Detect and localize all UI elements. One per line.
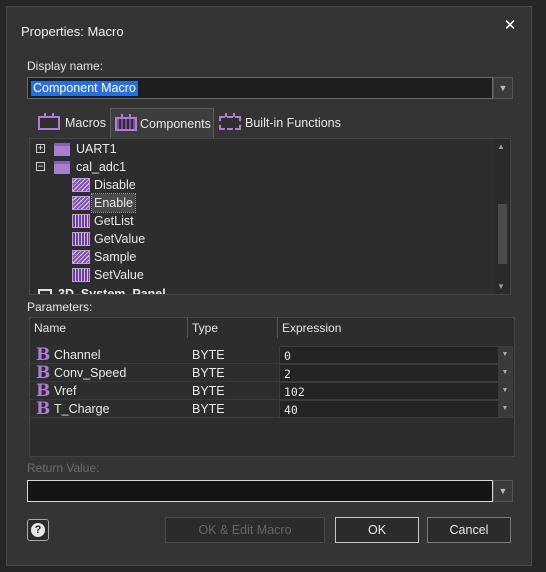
tree-node-sample[interactable]: Sample bbox=[72, 248, 272, 266]
tab-macros-label: Macros bbox=[65, 116, 106, 130]
close-button[interactable]: ✕ bbox=[499, 15, 521, 37]
return-value-dropdown-button[interactable]: ▼ bbox=[493, 480, 513, 502]
chevron-down-icon[interactable]: ▼ bbox=[498, 383, 512, 399]
table-row[interactable]: B Vref BYTE 102 ▼ bbox=[30, 381, 514, 401]
table-row[interactable]: B T_Charge BYTE 40 ▼ bbox=[30, 399, 514, 419]
param-type: BYTE bbox=[192, 348, 225, 362]
param-expression-input[interactable]: 40 bbox=[279, 400, 513, 418]
table-row[interactable]: B Conv_Speed BYTE 2 ▼ bbox=[30, 363, 514, 383]
tree-node-label: SetValue bbox=[94, 268, 144, 282]
components-icon bbox=[115, 114, 137, 131]
param-type: BYTE bbox=[192, 402, 225, 416]
byte-type-icon: B bbox=[36, 381, 51, 401]
macro-io-icon bbox=[72, 232, 90, 246]
byte-type-icon: B bbox=[36, 345, 51, 365]
tree-node-setvalue[interactable]: SetValue bbox=[72, 266, 272, 284]
scrollbar-thumb[interactable] bbox=[498, 204, 507, 264]
return-value-label: Return Value: bbox=[27, 461, 100, 475]
param-expression-input[interactable]: 0 bbox=[279, 346, 513, 364]
title-bar: Properties: Macro ✕ bbox=[7, 7, 531, 49]
folder-icon bbox=[54, 143, 70, 156]
table-row[interactable]: B Channel BYTE 0 ▼ bbox=[30, 345, 514, 365]
chevron-down-icon[interactable]: ▼ bbox=[498, 365, 512, 381]
tab-components[interactable]: Components bbox=[110, 108, 214, 138]
tab-macros[interactable]: Macros bbox=[29, 108, 109, 138]
param-expression-input[interactable]: 102 bbox=[279, 382, 513, 400]
tree-node-3d-system-panel[interactable]: 3D_System_Panel bbox=[30, 285, 490, 295]
tree-node-disable[interactable]: Disable bbox=[72, 176, 272, 194]
tree-node-label: GetValue bbox=[94, 232, 146, 246]
macro-io-icon bbox=[72, 214, 90, 228]
macro-io-icon bbox=[72, 268, 90, 282]
display-name-label: Display name: bbox=[27, 59, 104, 73]
tab-builtin-functions-label: Built-in Functions bbox=[245, 116, 341, 130]
param-name: Conv_Speed bbox=[54, 366, 127, 380]
tree-node-getlist[interactable]: GetList bbox=[72, 212, 272, 230]
tree-node-cal-adc1[interactable]: − cal_adc1 bbox=[30, 158, 490, 176]
display-name-dropdown-button[interactable]: ▼ bbox=[493, 77, 513, 99]
cancel-button[interactable]: Cancel bbox=[427, 517, 511, 543]
macro-icon bbox=[72, 178, 90, 192]
panel-icon bbox=[38, 289, 52, 294]
builtin-functions-icon bbox=[219, 113, 241, 130]
tree-node-uart1[interactable]: + UART1 bbox=[30, 140, 490, 158]
macro-icon bbox=[72, 196, 90, 210]
help-icon: ? bbox=[31, 523, 45, 537]
param-name: T_Charge bbox=[54, 402, 110, 416]
tree-node-enable[interactable]: Enable bbox=[72, 193, 272, 213]
tree-node-label: cal_adc1 bbox=[76, 160, 127, 174]
macro-icon bbox=[72, 250, 90, 264]
display-name-value: Component Macro bbox=[31, 81, 138, 96]
column-header-expression[interactable]: Expression bbox=[278, 318, 514, 338]
ok-button[interactable]: OK bbox=[335, 517, 419, 543]
tree-scrollbar[interactable]: ▲ ▼ bbox=[495, 139, 510, 294]
tree-node-label: GetList bbox=[94, 214, 134, 228]
param-name: Vref bbox=[54, 384, 77, 398]
scroll-up-icon[interactable]: ▲ bbox=[497, 142, 505, 151]
tab-components-label: Components bbox=[140, 117, 211, 131]
tree-node-getvalue[interactable]: GetValue bbox=[72, 230, 272, 248]
properties-dialog: Properties: Macro ✕ Display name: Compon… bbox=[6, 6, 532, 566]
parameters-label: Parameters: bbox=[27, 300, 93, 314]
return-value-value bbox=[31, 484, 35, 499]
display-name-field[interactable]: Component Macro bbox=[27, 77, 493, 99]
plus-box-icon[interactable]: + bbox=[36, 144, 45, 153]
scroll-down-icon[interactable]: ▼ bbox=[497, 282, 505, 291]
dialog-title: Properties: Macro bbox=[21, 24, 124, 39]
parameters-table: Name Type Expression B Channel BYTE 0 ▼ … bbox=[29, 317, 515, 457]
ok-edit-macro-button[interactable]: OK & Edit Macro bbox=[165, 517, 325, 543]
minus-box-icon[interactable]: − bbox=[36, 162, 45, 171]
column-header-name[interactable]: Name bbox=[30, 318, 188, 338]
help-button[interactable]: ? bbox=[27, 519, 49, 541]
folder-icon bbox=[54, 161, 70, 174]
byte-type-icon: B bbox=[36, 363, 51, 383]
return-value-field[interactable] bbox=[27, 480, 493, 502]
byte-type-icon: B bbox=[36, 399, 51, 419]
column-header-type[interactable]: Type bbox=[188, 318, 278, 338]
macros-icon bbox=[38, 113, 60, 130]
chevron-down-icon[interactable]: ▼ bbox=[498, 401, 512, 417]
param-expression-input[interactable]: 2 bbox=[279, 364, 513, 382]
tree-node-label: 3D_System_Panel bbox=[58, 287, 166, 295]
param-type: BYTE bbox=[192, 384, 225, 398]
param-type: BYTE bbox=[192, 366, 225, 380]
chevron-down-icon: ▼ bbox=[498, 83, 508, 93]
component-tree[interactable]: + UART1 − cal_adc1 Disable Enable GetLis… bbox=[29, 138, 511, 295]
chevron-down-icon[interactable]: ▼ bbox=[498, 347, 512, 363]
tab-builtin-functions[interactable]: Built-in Functions bbox=[215, 108, 345, 138]
tree-node-label: Disable bbox=[94, 178, 136, 192]
tree-node-label: Sample bbox=[94, 250, 137, 264]
param-name: Channel bbox=[54, 348, 101, 362]
tree-node-label: Enable bbox=[91, 193, 136, 213]
chevron-down-icon: ▼ bbox=[498, 486, 508, 496]
tree-node-label: UART1 bbox=[76, 142, 117, 156]
